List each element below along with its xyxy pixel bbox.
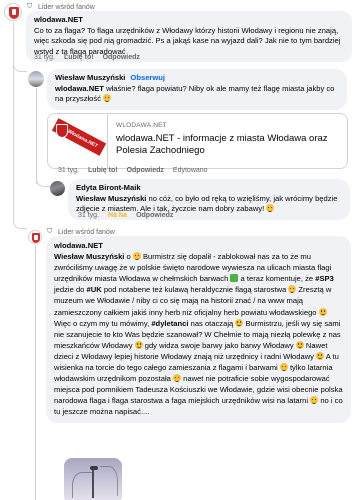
hashtag-link[interactable]: #UK (87, 285, 102, 294)
mention-link[interactable]: Wiesław Muszyński (76, 194, 146, 203)
link-body: WLODAWA.NET wlodawa.NET - informacje z m… (108, 114, 347, 168)
comment-text: wlodawa.NET właśnie? flaga powiatu? Niby… (55, 83, 335, 104)
thread-line (13, 22, 14, 218)
thread-line (35, 245, 36, 500)
smile-emoji (173, 374, 182, 383)
smile-emoji (235, 318, 244, 327)
comment-time[interactable]: 31 tyg. (58, 167, 79, 174)
thread-connector (13, 217, 27, 229)
edited-label: Edytowano (172, 167, 208, 174)
thread-connector (36, 176, 51, 187)
smile-emoji (103, 94, 112, 102)
reply-button[interactable]: Odpowiedz (103, 54, 140, 61)
edyta-avatar[interactable] (50, 181, 65, 196)
reply-button[interactable]: Odpowiedz (127, 167, 164, 174)
mention-link[interactable]: Wiesław Muszyński (54, 252, 124, 261)
comment-time[interactable]: 31 tyg. (34, 54, 55, 61)
thread-line (36, 88, 37, 184)
comment-text: Co to za flaga? To flaga urzędników z Wł… (34, 25, 341, 56)
wlodawa-avatar[interactable] (28, 230, 42, 244)
comment-actions: 31 tyg. Lubię to! Odpowiedz (34, 54, 140, 61)
reply-button[interactable]: Odpowiedz (136, 212, 173, 219)
comment-author[interactable]: wlodawa.NET (34, 15, 344, 26)
smile-emoji (132, 252, 141, 261)
comment-bubble: wlodawa.NET Wiesław Muszyński o Burmistr… (46, 236, 351, 423)
wieslaw-avatar[interactable] (28, 71, 44, 87)
attached-photo[interactable] (64, 458, 122, 500)
follow-button[interactable]: Obserwuj (130, 73, 165, 82)
comment-actions: 31 tyg. Lubię to! Odpowiedz Edytowano (58, 167, 208, 174)
trophy-icon: ⛉ (47, 228, 53, 235)
badge-label: Lider wśród fanów (58, 228, 115, 236)
like-button[interactable]: Lubię to! (88, 167, 118, 174)
fan-badge: ⛉ Lider wśród fanów (47, 228, 115, 236)
smile-emoji (295, 340, 304, 349)
link-preview-card[interactable]: Włodawa.NET WLODAWA.NET wlodawa.NET - in… (47, 113, 348, 169)
smile-emoji (279, 363, 288, 372)
smile-emoji (318, 307, 327, 316)
haha-button[interactable]: Ha ha (108, 212, 127, 219)
thread-connector (13, 60, 27, 72)
comment-time[interactable]: 31 tyg. (78, 212, 99, 219)
link-thumbnail: Włodawa.NET (48, 114, 108, 168)
mention-link[interactable]: wlodawa.NET (55, 84, 104, 93)
trophy-icon: ⛉ (27, 3, 33, 10)
link-title[interactable]: wlodawa.NET - informacje z miasta Włodaw… (116, 133, 339, 157)
smile-emoji (266, 204, 275, 212)
badge-label: Lider wśród fanów (38, 3, 95, 11)
smile-emoji (316, 351, 325, 360)
link-domain: WLODAWA.NET (116, 122, 167, 129)
wlodawa-avatar[interactable] (4, 3, 22, 21)
comment-bubble: Wiesław Muszyński Obserwuj wlodawa.NET wł… (47, 69, 347, 110)
comment-author[interactable]: Edyta Biront-Maik (76, 183, 342, 194)
smile-emoji (134, 340, 143, 349)
comment-author[interactable]: wlodawa.NET (54, 240, 343, 251)
like-button[interactable]: Lubię to! (64, 54, 94, 61)
comment-author[interactable]: Wiesław Muszyński (55, 73, 125, 82)
fan-badge: ⛉ Lider wśród fanów (27, 3, 95, 11)
hashtag-link[interactable]: #dyletanci (151, 319, 188, 328)
comment-actions: 31 tyg. Ha ha Odpowiedz (78, 212, 173, 219)
comment-text: Wiesław Muszyński o Burmistrz się dopali… (54, 252, 343, 417)
hashtag-link[interactable]: #SP3 (315, 274, 334, 283)
